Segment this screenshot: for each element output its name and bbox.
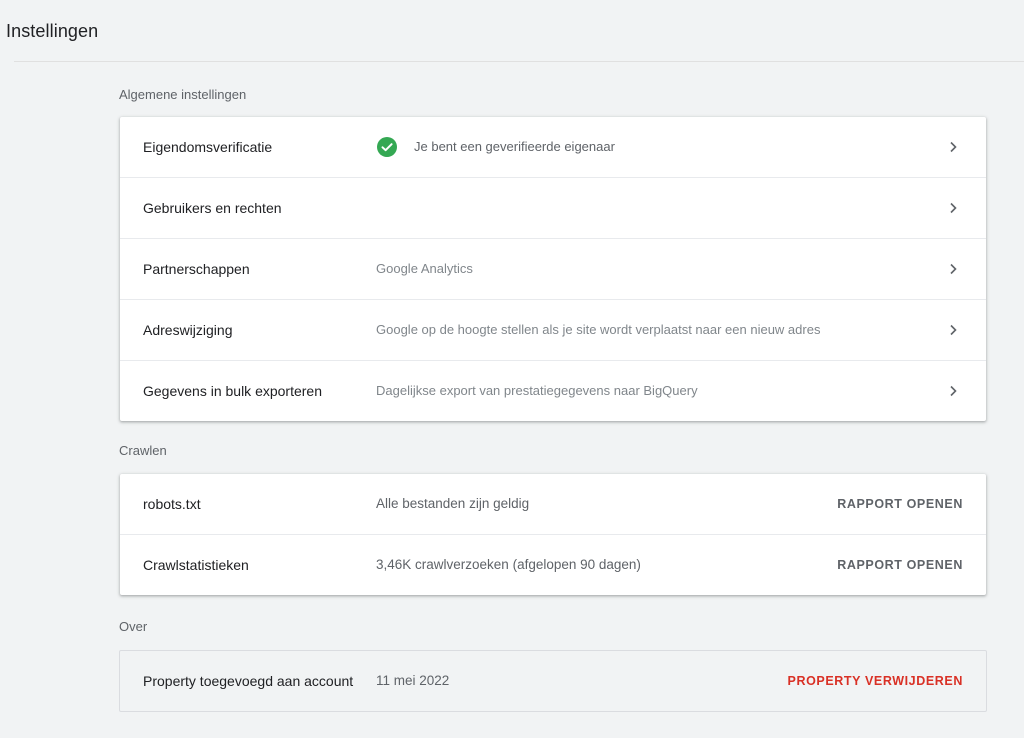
crawl-row-crawl-stats: Crawlstatistieken 3,46K crawlverzoeken (… (120, 535, 986, 595)
chevron-right-icon (950, 385, 957, 397)
row-label: Gebruikers en rechten (143, 200, 282, 216)
section-label-crawl: Crawlen (119, 443, 167, 458)
settings-row-users-permissions[interactable]: Gebruikers en rechten (120, 178, 986, 239)
row-description: Google op de hoogte stellen als je site … (376, 322, 821, 337)
row-description: Google Analytics (376, 261, 473, 276)
open-report-button[interactable]: RAPPORT OPENEN (837, 474, 963, 534)
about-card: Property toegevoegd aan account 11 mei 2… (119, 650, 987, 712)
settings-row-ownership-verification[interactable]: Eigendomsverificatie Je bent een geverif… (120, 117, 986, 178)
row-description: 3,46K crawlverzoeken (afgelopen 90 dagen… (376, 557, 641, 572)
chevron-right-icon (950, 141, 957, 153)
section-label-general: Algemene instellingen (119, 87, 247, 102)
page-header: Instellingen (0, 0, 1024, 62)
row-label: Partnerschappen (143, 261, 250, 277)
remove-property-button[interactable]: PROPERTY VERWIJDEREN (788, 651, 963, 711)
check-circle-icon (377, 137, 397, 157)
row-label: robots.txt (143, 496, 201, 512)
property-added-date: 11 mei 2022 (376, 673, 450, 688)
general-settings-card: Eigendomsverificatie Je bent een geverif… (120, 117, 986, 421)
row-label: Gegevens in bulk exporteren (143, 383, 322, 399)
about-row-property-added: Property toegevoegd aan account 11 mei 2… (120, 651, 986, 711)
open-report-button[interactable]: RAPPORT OPENEN (837, 535, 963, 595)
chevron-right-icon (950, 202, 957, 214)
chevron-right-icon (950, 263, 957, 275)
chevron-right-icon (950, 324, 957, 336)
row-description: Alle bestanden zijn geldig (376, 496, 530, 511)
crawl-card: robots.txt Alle bestanden zijn geldig RA… (120, 474, 986, 595)
page-title: Instellingen (6, 21, 99, 41)
row-label: Property toegevoegd aan account (143, 673, 354, 689)
row-label: Eigendomsverificatie (143, 139, 273, 155)
section-label-about: Over (119, 619, 148, 634)
crawl-row-robots-txt: robots.txt Alle bestanden zijn geldig RA… (120, 474, 986, 535)
row-description: Dagelijkse export van prestatiegegevens … (376, 383, 698, 398)
header-divider (14, 61, 1024, 62)
settings-row-change-of-address[interactable]: Adreswijziging Google op de hoogte stell… (120, 300, 986, 361)
row-label: Adreswijziging (143, 322, 233, 338)
row-description: Je bent een geverifieerde eigenaar (414, 139, 615, 154)
row-label: Crawlstatistieken (143, 557, 249, 573)
settings-row-associations[interactable]: Partnerschappen Google Analytics (120, 239, 986, 300)
settings-row-bulk-export[interactable]: Gegevens in bulk exporteren Dagelijkse e… (120, 361, 986, 421)
